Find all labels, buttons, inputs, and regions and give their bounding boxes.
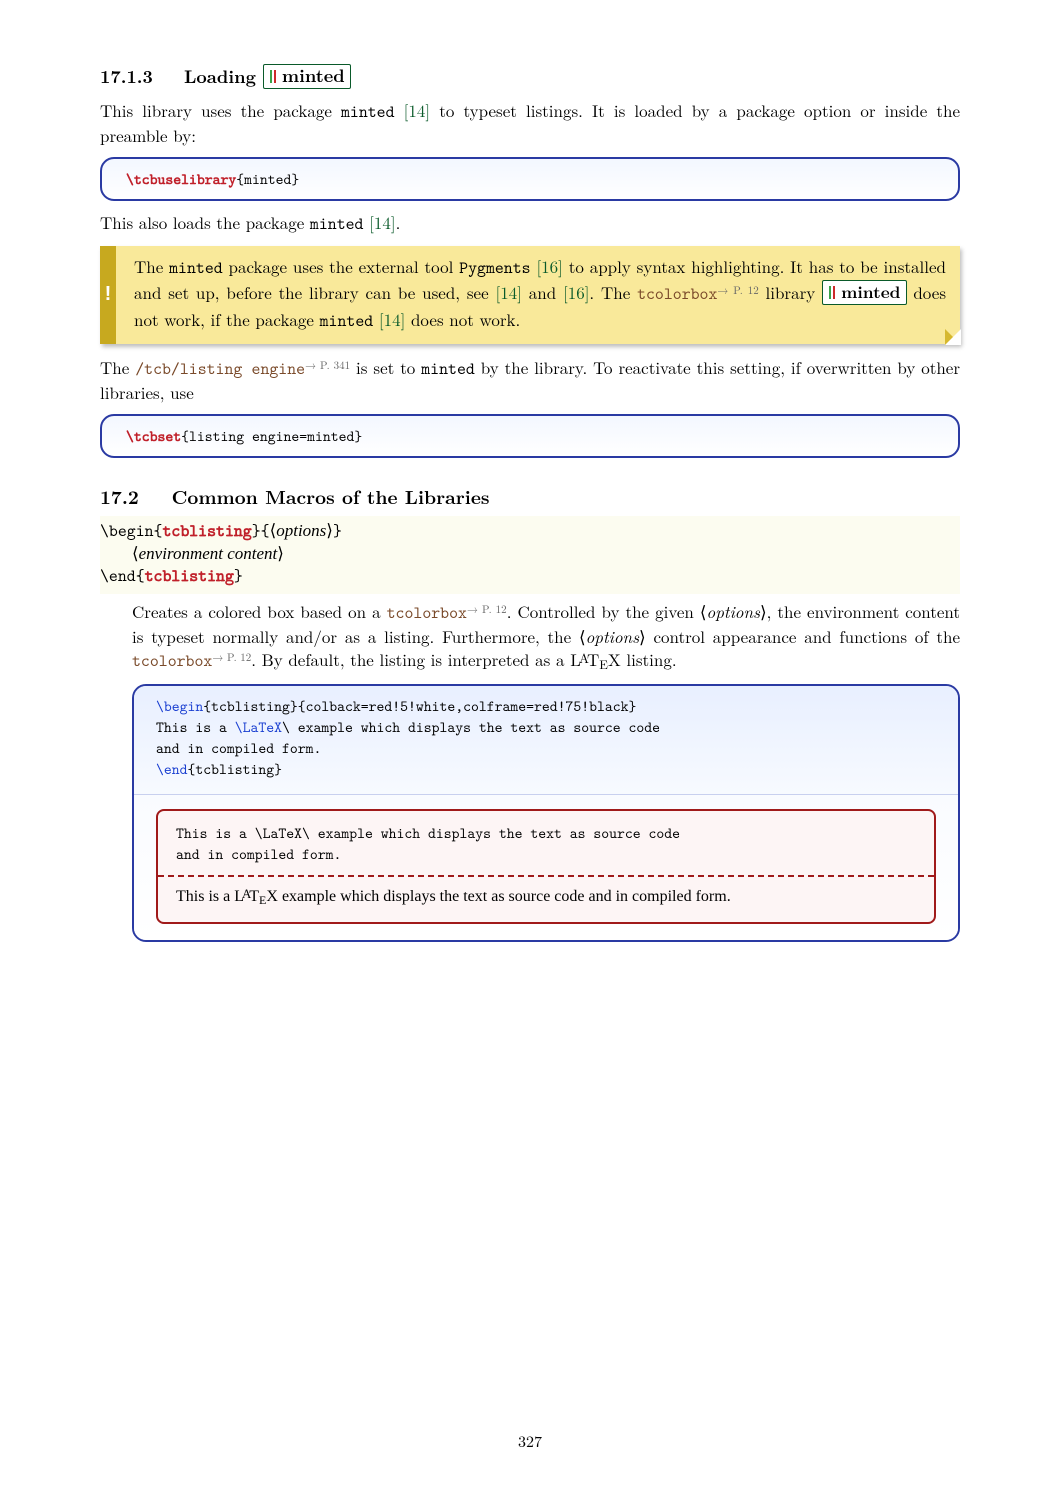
library-name: minted [282,63,345,88]
paragraph: This library uses the package minted [14… [100,99,960,147]
example-box: \begin{tcblisting}{colback=red!5!white,c… [132,684,960,942]
description: Creates a colored box based on a tcolorb… [100,600,960,673]
code-box: \tcbuselibrary{minted} [100,157,960,201]
latex-logo: LATEX [570,647,621,671]
page-ref[interactable]: → P. 12 [212,650,251,665]
listing-output-pane: This is a LATEX example which displays t… [158,877,934,922]
tcolorbox-ref[interactable]: tcolorbox [637,283,717,305]
code-box: \tcbset{listing engine=minted} [100,414,960,458]
package-name: minted [341,101,395,123]
control-sequence: \tcbuselibrary [126,169,236,189]
page-ref[interactable]: → P. 341 [305,358,350,373]
environment-definition: \begin{tcblisting}{⟨options⟩} ⟨environme… [100,516,960,595]
library-icon [828,286,838,299]
example-source: \begin{tcblisting}{colback=red!5!white,c… [134,686,958,795]
rendered-tcblisting: This is a \LaTeX\ example which displays… [156,809,936,924]
option-key[interactable]: /tcb/listing engine [135,358,305,380]
page-ref[interactable]: → P. 12 [467,602,507,617]
citation[interactable]: [14] [495,280,521,304]
section-heading: 17.2 Common Macros of the Libraries [100,482,960,510]
tcolorbox-ref[interactable]: tcolorbox [387,602,467,624]
warning-bar: ! [100,246,116,344]
section-title: Common Macros of the Libraries [172,482,490,510]
listing-source-pane: This is a \LaTeX\ example which displays… [158,811,934,875]
citation[interactable]: [16] [536,254,562,278]
package-name: minted [310,213,364,235]
library-badge-minted: minted [263,64,351,89]
latex-logo: LATEX [234,888,278,905]
citation[interactable]: [16] [563,280,589,304]
paragraph: The /tcb/listing engine→ P. 341 is set t… [100,356,960,404]
library-icon [269,70,279,83]
control-sequence: \tcbset [126,426,181,446]
page-number: 327 [0,1429,1060,1452]
exclamation-icon: ! [105,280,112,309]
section-number: 17.1.3 [100,64,153,89]
library-badge-minted: minted [822,280,906,304]
citation[interactable]: [14] [404,98,430,122]
tcolorbox-ref[interactable]: tcolorbox [132,650,212,672]
warning-box: ! The minted package uses the external t… [100,246,960,344]
heading-pre: Loading [184,64,256,89]
page-ref[interactable]: → P. 12 [717,283,758,298]
section-number: 17.2 [100,482,139,510]
citation[interactable]: [14] [369,210,395,234]
example-output: This is a \LaTeX\ example which displays… [134,795,958,940]
subsection-heading: 17.1.3 Loading minted [100,64,960,89]
paragraph: This also loads the package minted [14]. [100,211,960,236]
citation[interactable]: [14] [379,307,405,331]
